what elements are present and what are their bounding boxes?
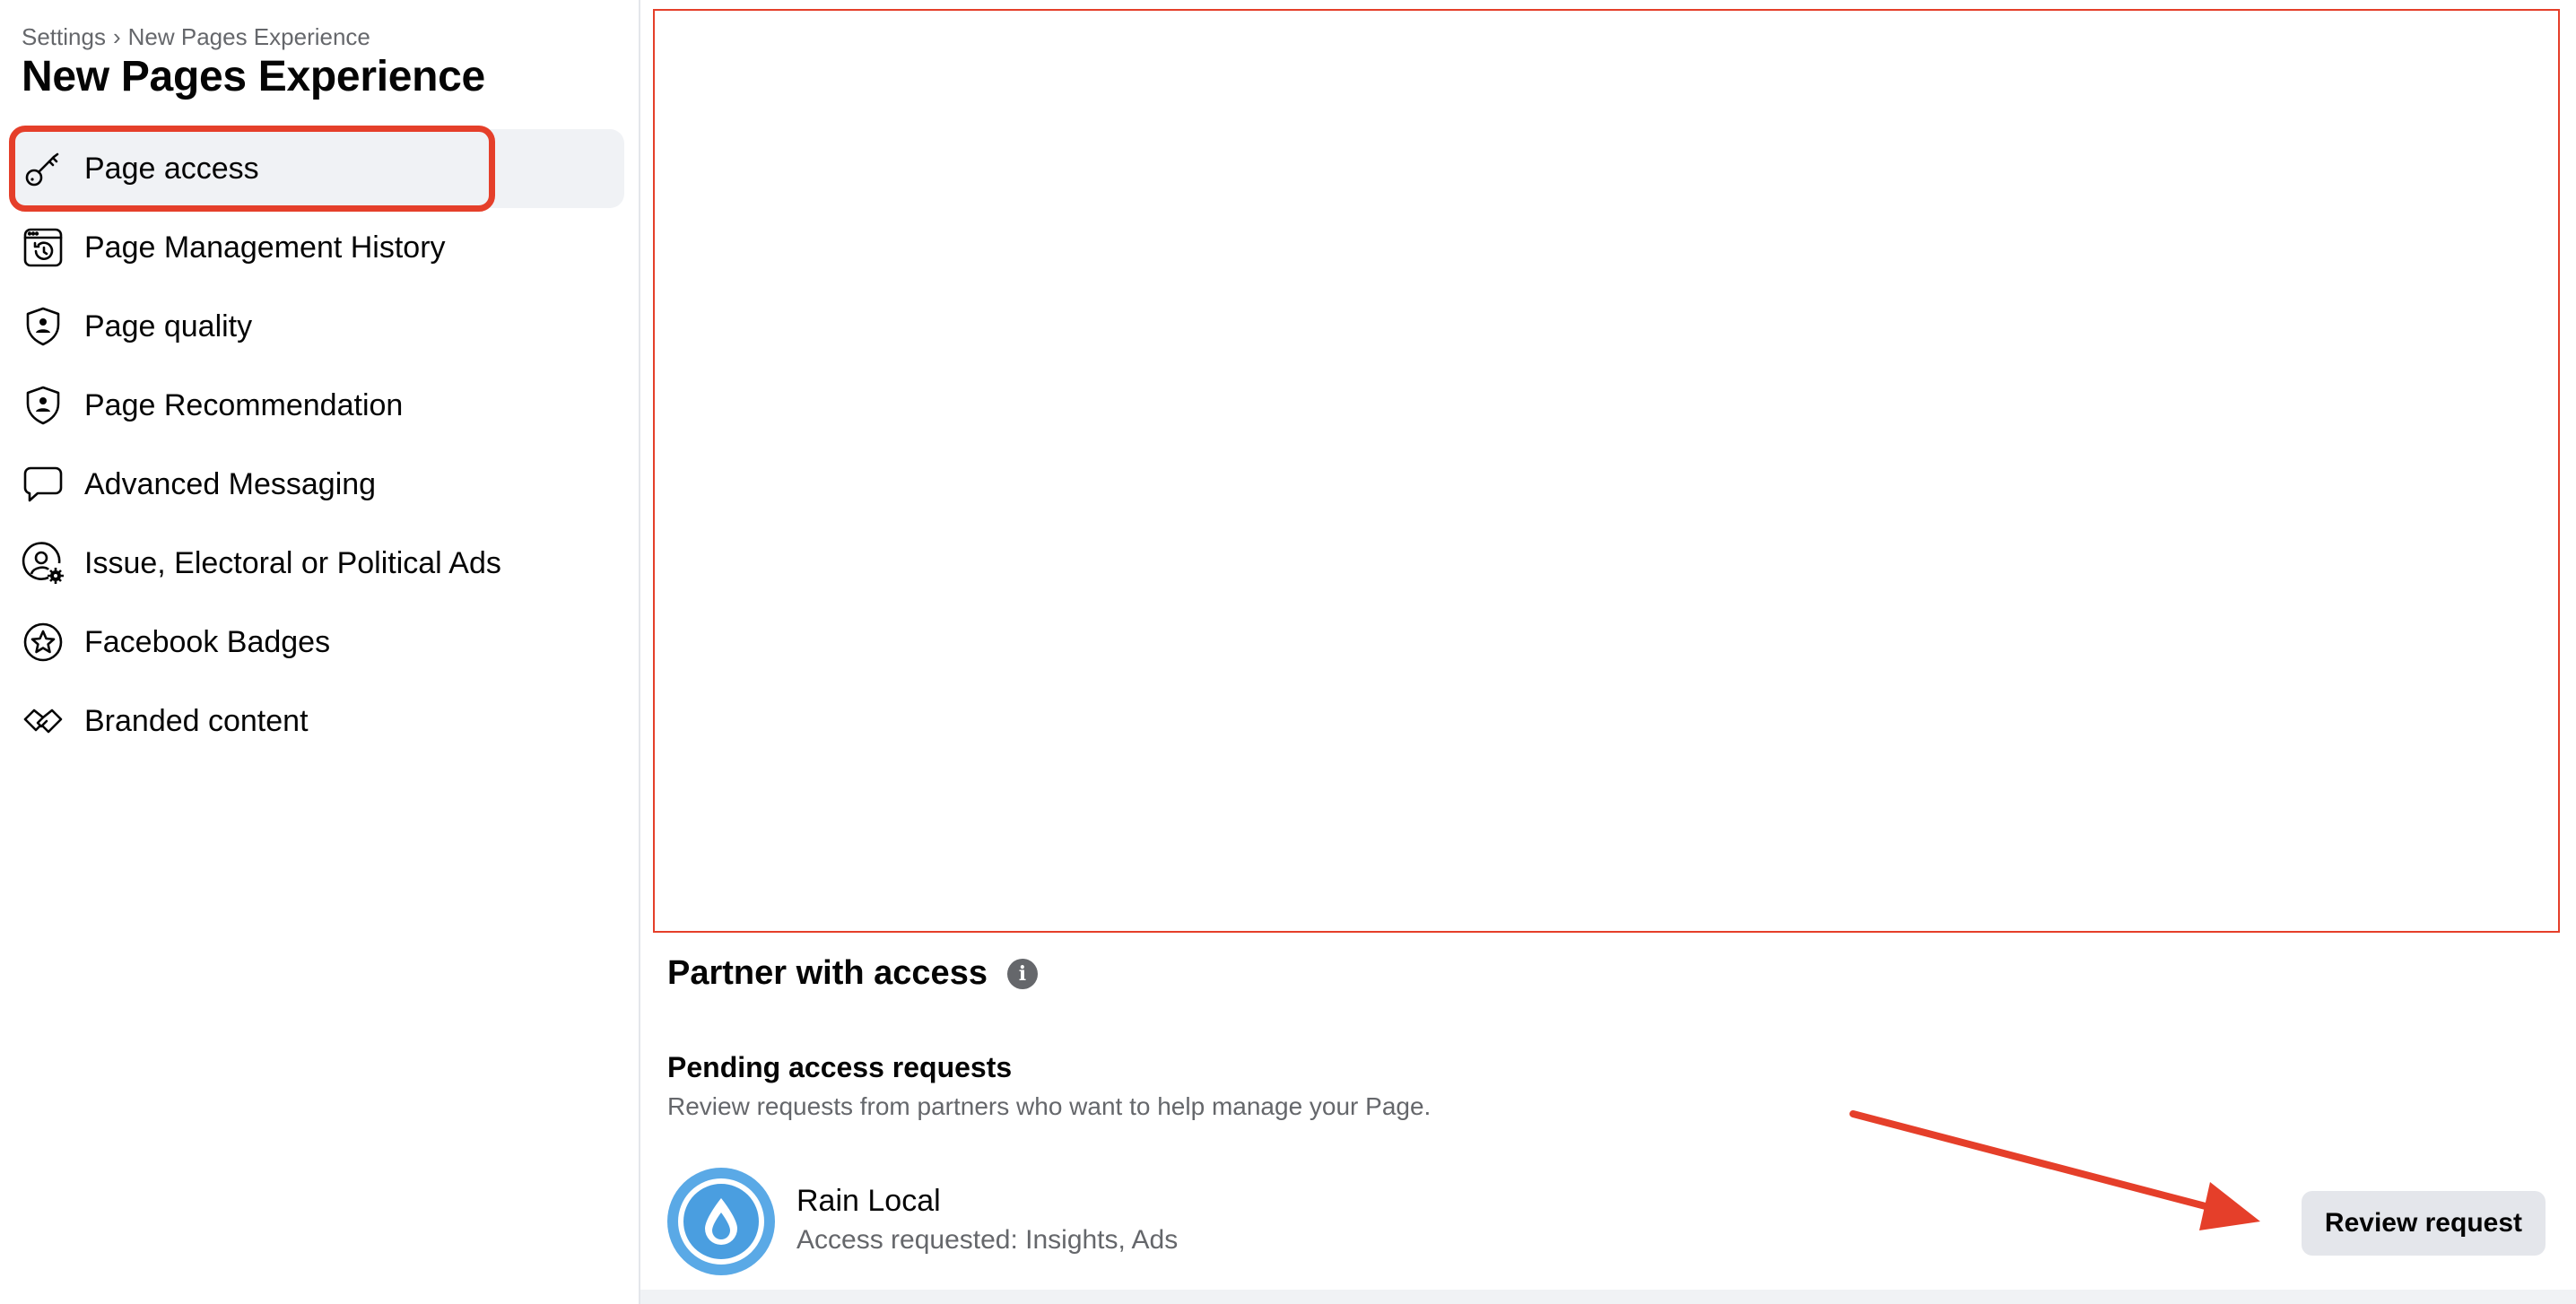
- sidebar-item-political-ads[interactable]: Issue, Electoral or Political Ads: [9, 524, 624, 603]
- sidebar-item-page-quality[interactable]: Page quality: [9, 287, 624, 366]
- breadcrumb-separator: ›: [112, 23, 121, 50]
- breadcrumb-settings[interactable]: Settings: [22, 23, 106, 51]
- access-requested-text: Access requested: Insights, Ads: [796, 1225, 1179, 1255]
- section-title-text: Partner with access: [667, 954, 988, 992]
- shield-person-icon: [20, 303, 66, 350]
- handshake-icon: [20, 698, 66, 744]
- sidebar-item-label: Branded content: [84, 703, 309, 738]
- breadcrumb: Settings › New Pages Experience: [22, 23, 370, 51]
- sidebar-item-label: Page Recommendation: [84, 387, 404, 422]
- review-request-button[interactable]: Review request: [2301, 1191, 2546, 1256]
- pending-requests-description: Review requests from partners who want t…: [667, 1092, 1432, 1120]
- shield-person-icon: [20, 382, 66, 429]
- sidebar-item-advanced-messaging[interactable]: Advanced Messaging: [9, 445, 624, 524]
- water-drop-icon: [678, 1178, 764, 1265]
- badge-star-icon: [20, 619, 66, 665]
- settings-sidebar: Settings › New Pages Experience New Page…: [0, 0, 639, 1304]
- page-title: New Pages Experience: [22, 53, 485, 100]
- sidebar-item-label: Page access: [84, 151, 259, 186]
- info-icon[interactable]: i: [1006, 958, 1038, 989]
- bottom-strip: [640, 1290, 2576, 1304]
- partner-name[interactable]: Rain Local: [796, 1184, 941, 1219]
- sidebar-item-label: Advanced Messaging: [84, 466, 377, 501]
- sidebar-item-facebook-badges[interactable]: Facebook Badges: [9, 603, 624, 682]
- avatar[interactable]: [667, 1168, 775, 1275]
- sidebar-item-page-recommendation[interactable]: Page Recommendation: [9, 366, 624, 445]
- sidebar-item-label: Issue, Electoral or Political Ads: [84, 545, 501, 580]
- sidebar-item-label: Page Management History: [84, 230, 446, 265]
- breadcrumb-current: New Pages Experience: [127, 23, 370, 50]
- section-title: Partner with access i: [667, 954, 1038, 993]
- main-content: Partner with access i Pending access req…: [640, 0, 2576, 1304]
- sidebar-item-page-access[interactable]: Page access: [9, 129, 624, 208]
- sidebar-nav: Page access Page Management History Page…: [9, 129, 624, 761]
- chat-bubble-icon: [20, 461, 66, 508]
- list-item: Rain Local Access requested: Insights, A…: [667, 1166, 2560, 1277]
- sidebar-item-label: Page quality: [84, 309, 253, 343]
- person-gear-icon: [20, 540, 66, 587]
- sidebar-item-page-management-history[interactable]: Page Management History: [9, 208, 624, 287]
- history-icon: [20, 224, 66, 271]
- sidebar-item-branded-content[interactable]: Branded content: [9, 682, 624, 761]
- pending-requests-title: Pending access requests: [667, 1051, 1013, 1083]
- sidebar-item-label: Facebook Badges: [84, 624, 331, 659]
- key-icon: [20, 145, 66, 192]
- annotation-redacted-frame: [653, 9, 2560, 933]
